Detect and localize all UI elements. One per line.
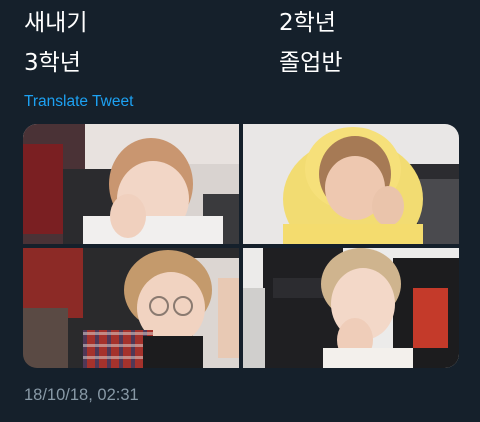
tweet-text-senior: 졸업반 [279, 50, 343, 76]
photo-freshman-image [23, 124, 239, 244]
photo-senior[interactable] [243, 248, 459, 368]
tweet-text-freshman: 새내기 [24, 10, 88, 36]
photo-grid [23, 124, 459, 368]
tweet-text-second-year: 2학년 [279, 10, 336, 36]
photo-freshman[interactable] [23, 124, 239, 244]
tweet-timestamp[interactable]: 18/10/18, 02:31 [24, 385, 139, 405]
translate-tweet-link[interactable]: Translate Tweet [24, 93, 133, 111]
photo-second-year[interactable] [243, 124, 459, 244]
tweet-text-third-year: 3학년 [24, 50, 81, 76]
photo-senior-image [243, 248, 459, 368]
photo-third-year[interactable] [23, 248, 239, 368]
photo-third-year-image [23, 248, 239, 368]
photo-second-year-image [243, 124, 459, 244]
